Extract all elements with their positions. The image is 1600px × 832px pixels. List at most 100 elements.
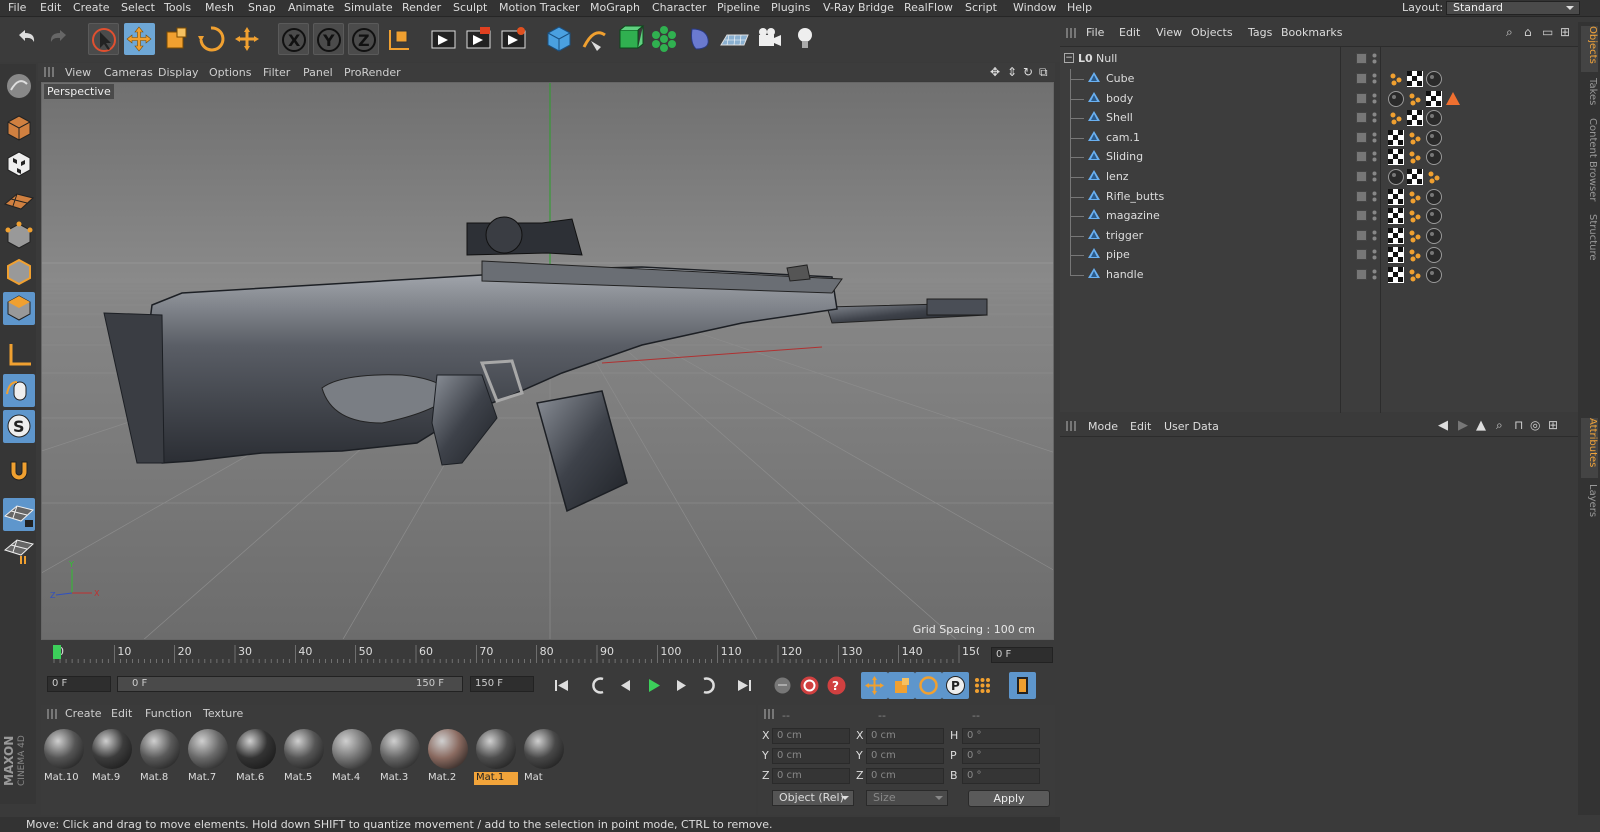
visibility-dots[interactable]	[1372, 249, 1377, 260]
menu-mograph[interactable]: MoGraph	[590, 1, 640, 14]
tab-content-browser[interactable]: Content Browser	[1581, 118, 1598, 208]
key-position-icon[interactable]	[861, 672, 888, 699]
object-row-null[interactable]: − L0 Null	[1060, 49, 1578, 69]
coordinate-mode-dropdown[interactable]: Object (Rel)	[772, 790, 854, 806]
visibility-dots[interactable]	[1372, 112, 1377, 123]
phong-tag-icon[interactable]	[1407, 267, 1423, 283]
next-frame-icon[interactable]	[667, 672, 694, 699]
current-frame-field[interactable]: 0 F	[991, 647, 1053, 663]
menu-help[interactable]: Help	[1067, 1, 1092, 14]
menu-render[interactable]: Render	[402, 1, 441, 14]
attributes-menu-mode[interactable]: Mode	[1088, 420, 1118, 433]
material-menu-function[interactable]: Function	[145, 707, 192, 720]
menu-mesh[interactable]: Mesh	[205, 1, 234, 14]
enable-axis-icon[interactable]	[3, 338, 35, 371]
viewport-menu-prorender[interactable]: ProRender	[344, 66, 401, 79]
material-tag-icon[interactable]	[1426, 267, 1442, 283]
menu-script[interactable]: Script	[965, 1, 997, 14]
undo-icon[interactable]	[10, 23, 41, 55]
uvw-tag-icon[interactable]	[1407, 169, 1423, 185]
material-swatch[interactable]: Mat.6	[234, 727, 278, 785]
render-view-icon[interactable]	[428, 23, 459, 55]
menu-window[interactable]: Window	[1013, 1, 1056, 14]
viewport-menu-cameras[interactable]: Cameras	[104, 66, 153, 79]
expand-icon[interactable]: ⊞	[1548, 418, 1558, 432]
layer-checkbox[interactable]	[1356, 131, 1367, 143]
subdivision-surface-icon[interactable]	[614, 23, 645, 55]
end-frame-field[interactable]: 150 F	[470, 676, 534, 692]
material-menu-create[interactable]: Create	[65, 707, 102, 720]
layer-checkbox[interactable]	[1356, 269, 1367, 280]
spline-pen-icon[interactable]	[579, 23, 610, 55]
layer-checkbox[interactable]	[1356, 171, 1367, 182]
viewport-perspective[interactable]: Y X Z Perspective Grid Spacing : 100 cm	[41, 82, 1054, 640]
visibility-dots[interactable]	[1372, 210, 1377, 221]
objects-menu-view[interactable]: View	[1156, 26, 1182, 39]
menu-pipeline[interactable]: Pipeline	[717, 1, 760, 14]
magnet-icon[interactable]	[3, 454, 35, 487]
layer-checkbox[interactable]	[1356, 151, 1367, 163]
cube-primitive-icon[interactable]	[544, 23, 575, 55]
tab-attributes[interactable]: Attributes	[1581, 418, 1598, 478]
layer-checkbox[interactable]	[1356, 53, 1367, 64]
viewport-menu-filter[interactable]: Filter	[263, 66, 290, 79]
material-tag-icon[interactable]	[1426, 149, 1442, 166]
search-icon[interactable]: ⌕	[1506, 25, 1513, 40]
material-swatch[interactable]: Mat.4	[330, 727, 374, 785]
live-selection-icon[interactable]	[88, 23, 119, 55]
z-axis-icon[interactable]: Z	[348, 23, 379, 55]
menu-simulate[interactable]: Simulate	[344, 1, 393, 14]
material-swatch[interactable]: Mat.1	[474, 727, 518, 785]
phong-tag-icon[interactable]	[1407, 149, 1423, 165]
playhead-marker[interactable]	[53, 645, 61, 659]
play-icon[interactable]	[640, 672, 667, 699]
size-mode-dropdown[interactable]: Size	[866, 790, 948, 806]
coordinate-system-icon[interactable]	[384, 23, 415, 55]
viewport-menu-panel[interactable]: Panel	[303, 66, 333, 79]
attributes-menu-user-data[interactable]: User Data	[1164, 420, 1219, 433]
menu-animate[interactable]: Animate	[288, 1, 334, 14]
search-icon[interactable]: ⌕	[1496, 418, 1503, 433]
uvw-tag-icon[interactable]	[1426, 90, 1442, 107]
render-settings-icon[interactable]	[498, 23, 529, 55]
material-swatch[interactable]: Mat	[522, 727, 566, 785]
snap-icon[interactable]: S	[3, 410, 35, 443]
next-key-icon[interactable]	[694, 672, 721, 699]
apply-button[interactable]: Apply	[968, 790, 1050, 807]
timeline-window-icon[interactable]	[1009, 672, 1036, 699]
material-swatch[interactable]: Mat.5	[282, 727, 326, 785]
object-row[interactable]: lenz	[1060, 167, 1578, 187]
phong-tag-icon[interactable]	[1407, 189, 1423, 205]
record-active-icon[interactable]	[769, 672, 796, 699]
goto-start-icon[interactable]	[548, 672, 575, 699]
up-arrow-icon[interactable]: ▲	[1476, 418, 1486, 433]
new-view-icon[interactable]: ▭	[1542, 25, 1553, 39]
light-icon[interactable]	[790, 23, 821, 55]
deformer-icon[interactable]	[684, 23, 715, 55]
material-tag-icon[interactable]	[1426, 71, 1442, 87]
viewport-maximize-icon[interactable]: ⧉	[1039, 65, 1048, 80]
menu-edit[interactable]: Edit	[40, 1, 61, 14]
tab-takes[interactable]: Takes	[1581, 78, 1598, 112]
objects-menu-objects[interactable]: Objects	[1191, 26, 1233, 39]
menu-character[interactable]: Character	[652, 1, 706, 14]
key-rotation-icon[interactable]	[915, 672, 942, 699]
uvw-tag-icon[interactable]	[1388, 247, 1404, 264]
prev-frame-icon[interactable]	[613, 672, 640, 699]
visibility-dots[interactable]	[1372, 53, 1377, 64]
lock-icon[interactable]: ⊓	[1514, 418, 1523, 432]
uvw-tag-icon[interactable]	[1407, 71, 1423, 87]
phong-tag-icon[interactable]	[1407, 91, 1423, 107]
rot-p-field[interactable]: 0 °	[962, 748, 1040, 764]
menu-vray-bridge[interactable]: V-Ray Bridge	[823, 1, 894, 14]
material-swatch[interactable]: Mat.10	[42, 727, 86, 785]
forward-arrow-icon[interactable]: ▶	[1458, 418, 1468, 433]
material-swatch[interactable]: Mat.8	[138, 727, 182, 785]
menu-select[interactable]: Select	[121, 1, 155, 14]
x-axis-icon[interactable]: X	[278, 23, 309, 55]
menu-tools[interactable]: Tools	[164, 1, 191, 14]
keyframe-selection-icon[interactable]: ?	[823, 672, 850, 699]
tab-objects[interactable]: Objects	[1581, 26, 1598, 72]
material-menu-texture[interactable]: Texture	[203, 707, 243, 720]
material-menu-edit[interactable]: Edit	[111, 707, 132, 720]
